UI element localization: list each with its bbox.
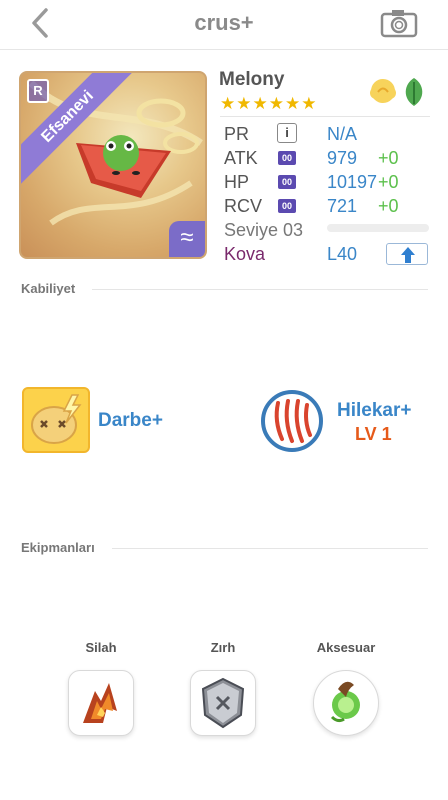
rcv-plus-value: +0 [378,196,399,216]
rcv-value: 721 [327,196,358,216]
group-label: Kova [224,244,266,264]
monster-name: Melony [219,69,285,90]
max-level-value: L40 [327,244,358,264]
abilities-divider [92,289,428,290]
leader-skill-name[interactable]: Darbe+ [98,410,163,432]
pr-label: PR [224,124,250,144]
abilities-heading: Kabiliyet [21,281,76,296]
atk-plus-value: +0 [378,148,399,168]
wood-element-icon [405,78,423,106]
hp-label: HP [224,172,250,192]
equipment-heading: Ekipmanları [21,540,95,555]
arrow-up-icon [401,247,415,263]
leader-skill-icon[interactable] [22,387,90,453]
pr-value: N/A [327,124,358,144]
weapon-slot[interactable] [68,670,134,736]
shield-icon [201,677,245,729]
dizzy-face-icon [31,394,82,444]
armor-slot[interactable] [190,670,256,736]
accessory-slot[interactable] [313,670,379,736]
atk-value: 979 [327,148,358,168]
info-icon[interactable]: i [277,123,297,143]
level-progress-bar [327,224,429,232]
divider [220,116,430,117]
hp-plus-value: +0 [378,172,399,192]
armor-label: Zırh [210,640,236,655]
nature-gem-icon [330,681,360,723]
atk-label: ATK [224,148,258,168]
light-element-icon [370,79,396,103]
level-label: Seviye 03 [224,220,304,240]
claw-skill-icon[interactable] [260,389,324,453]
type-badge: ≈ [169,221,205,257]
accessory-label: Aksesuar [316,640,376,655]
rarity-badge: R [27,79,49,103]
hp-value: 10197 [327,172,378,192]
fire-weapon-icon [83,683,117,723]
rcv-plus-icon: 00 [278,199,296,213]
hp-plus-icon: 00 [278,175,296,189]
camera-icon[interactable] [380,8,418,38]
active-skill-name[interactable]: Hilekar+ [337,400,411,422]
top-bar: crus+ [0,0,448,50]
star-rating: ★★★★★★ [220,94,318,113]
equipment-divider [112,548,428,549]
active-skill-level: LV 1 [355,424,392,444]
monster-card-image: Efsanevi R ≈ [19,71,207,259]
level-up-button[interactable] [386,243,428,265]
weapon-label: Silah [85,640,117,655]
atk-plus-icon: 00 [278,151,296,165]
rcv-label: RCV [224,196,263,216]
